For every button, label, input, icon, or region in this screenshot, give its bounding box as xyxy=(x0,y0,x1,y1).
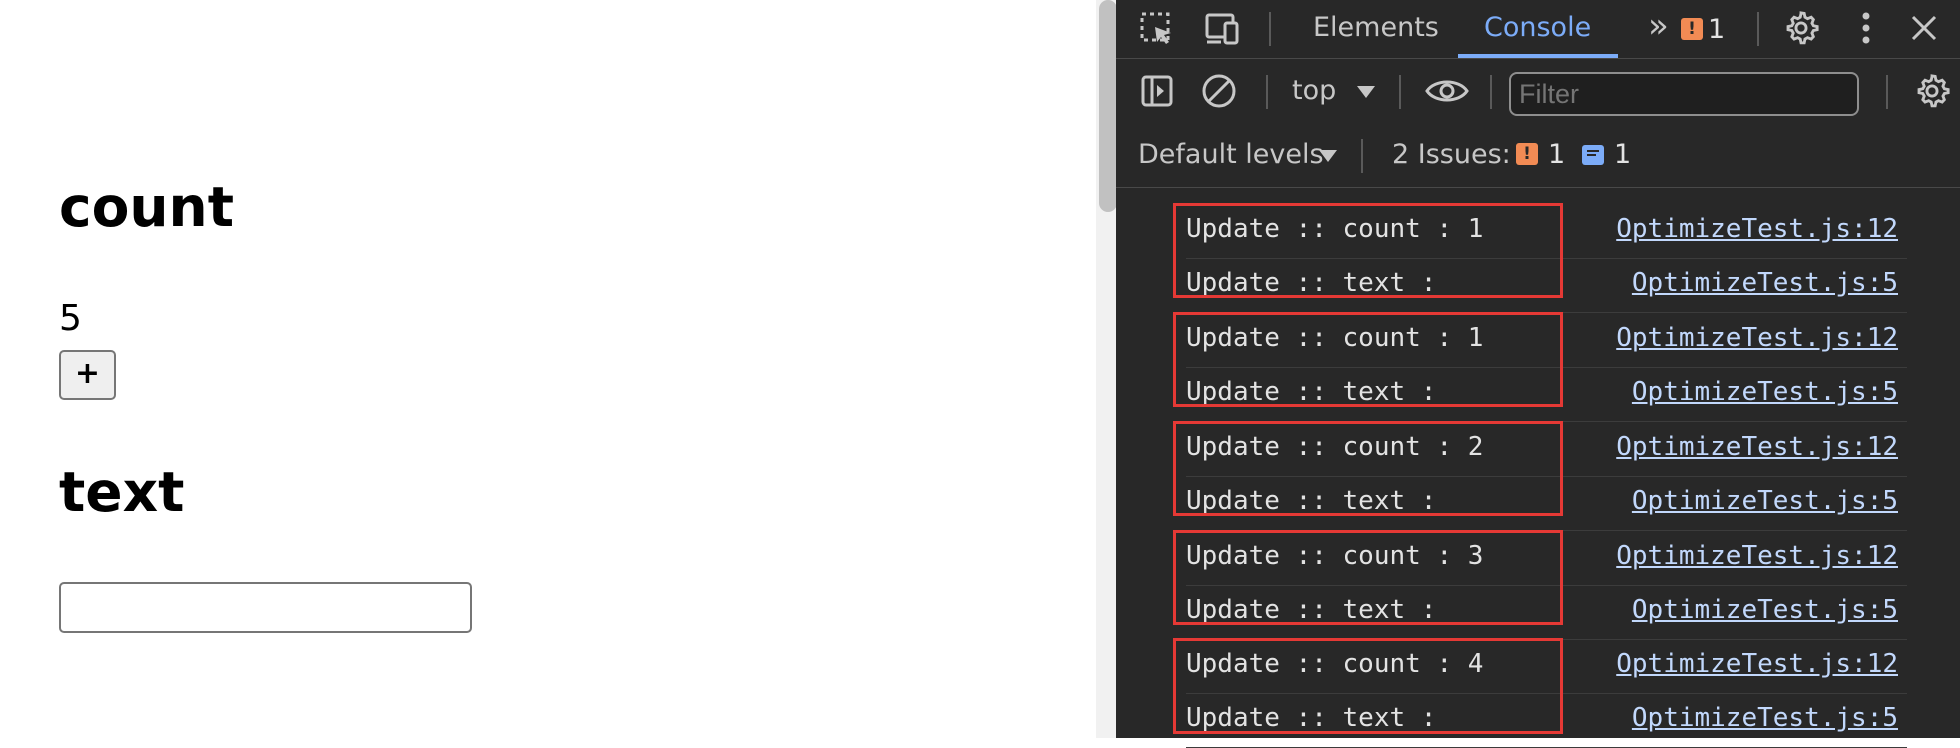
filter-input[interactable] xyxy=(1509,72,1859,116)
tab-console[interactable]: Console xyxy=(1484,12,1591,43)
count-value: 5 xyxy=(59,298,82,339)
console-source-link[interactable]: OptimizeTest.js:5 xyxy=(1632,703,1898,733)
separator xyxy=(1269,12,1271,46)
inspect-element-icon[interactable] xyxy=(1138,10,1176,48)
issues-warning-icon[interactable]: ! xyxy=(1681,18,1703,40)
settings-gear-icon[interactable] xyxy=(1781,8,1821,48)
issues-warning-icon[interactable]: ! xyxy=(1516,143,1538,165)
clear-console-icon[interactable] xyxy=(1200,72,1238,110)
live-expression-eye-icon[interactable] xyxy=(1424,72,1470,110)
tab-elements[interactable]: Elements xyxy=(1313,12,1439,43)
info-count[interactable]: 1 xyxy=(1614,139,1631,170)
console-source-link[interactable]: OptimizeTest.js:12 xyxy=(1616,323,1898,353)
web-page: count 5 + text xyxy=(0,0,1102,738)
console-source-link[interactable]: OptimizeTest.js:5 xyxy=(1632,595,1898,625)
warning-count[interactable]: 1 xyxy=(1548,139,1565,170)
console-settings-gear-icon[interactable] xyxy=(1912,71,1952,111)
console-output: Update :: count : 1 OptimizeTest.js:12 U… xyxy=(1116,188,1960,748)
highlight-box xyxy=(1173,312,1563,407)
close-devtools-icon[interactable] xyxy=(1906,10,1942,46)
console-source-link[interactable]: OptimizeTest.js:12 xyxy=(1616,432,1898,462)
sidebar-toggle-icon[interactable] xyxy=(1138,72,1176,110)
default-levels-dropdown[interactable]: Default levels xyxy=(1138,139,1324,170)
more-tabs-icon[interactable]: » xyxy=(1648,6,1669,46)
active-tab-indicator xyxy=(1458,54,1618,58)
context-selector[interactable]: top xyxy=(1292,75,1336,106)
console-source-link[interactable]: OptimizeTest.js:5 xyxy=(1632,377,1898,407)
highlight-box xyxy=(1173,421,1563,516)
issues-label[interactable]: 2 Issues: xyxy=(1392,139,1511,170)
levels-bar: Default levels 2 Issues: ! 1 1 xyxy=(1116,125,1960,188)
text-input[interactable] xyxy=(59,582,472,633)
separator xyxy=(1886,75,1888,109)
page-scrollbar-thumb[interactable] xyxy=(1099,0,1117,212)
separator xyxy=(1757,12,1759,46)
separator xyxy=(1399,75,1401,109)
devtools-tabbar: Elements Console » ! 1 xyxy=(1116,0,1960,59)
increment-button[interactable]: + xyxy=(59,350,116,400)
text-heading: text xyxy=(59,460,185,524)
highlight-box xyxy=(1173,530,1563,625)
separator xyxy=(1490,75,1492,109)
issues-info-icon[interactable] xyxy=(1582,145,1604,165)
separator xyxy=(1361,139,1363,173)
more-options-icon[interactable] xyxy=(1856,8,1876,48)
context-dropdown-icon[interactable] xyxy=(1354,81,1378,103)
highlight-box xyxy=(1173,203,1563,298)
console-source-link[interactable]: OptimizeTest.js:12 xyxy=(1616,649,1898,679)
issues-count[interactable]: 1 xyxy=(1708,14,1725,45)
levels-dropdown-icon[interactable] xyxy=(1316,145,1340,167)
separator xyxy=(1266,75,1268,109)
console-source-link[interactable]: OptimizeTest.js:5 xyxy=(1632,268,1898,298)
console-source-link[interactable]: OptimizeTest.js:5 xyxy=(1632,486,1898,516)
console-source-link[interactable]: OptimizeTest.js:12 xyxy=(1616,541,1898,571)
count-heading: count xyxy=(59,175,234,239)
console-source-link[interactable]: OptimizeTest.js:12 xyxy=(1616,214,1898,244)
devtools-panel: Elements Console » ! 1 top Filter Defaul… xyxy=(1116,0,1960,748)
device-toolbar-icon[interactable] xyxy=(1202,10,1244,48)
highlight-box xyxy=(1173,638,1563,734)
